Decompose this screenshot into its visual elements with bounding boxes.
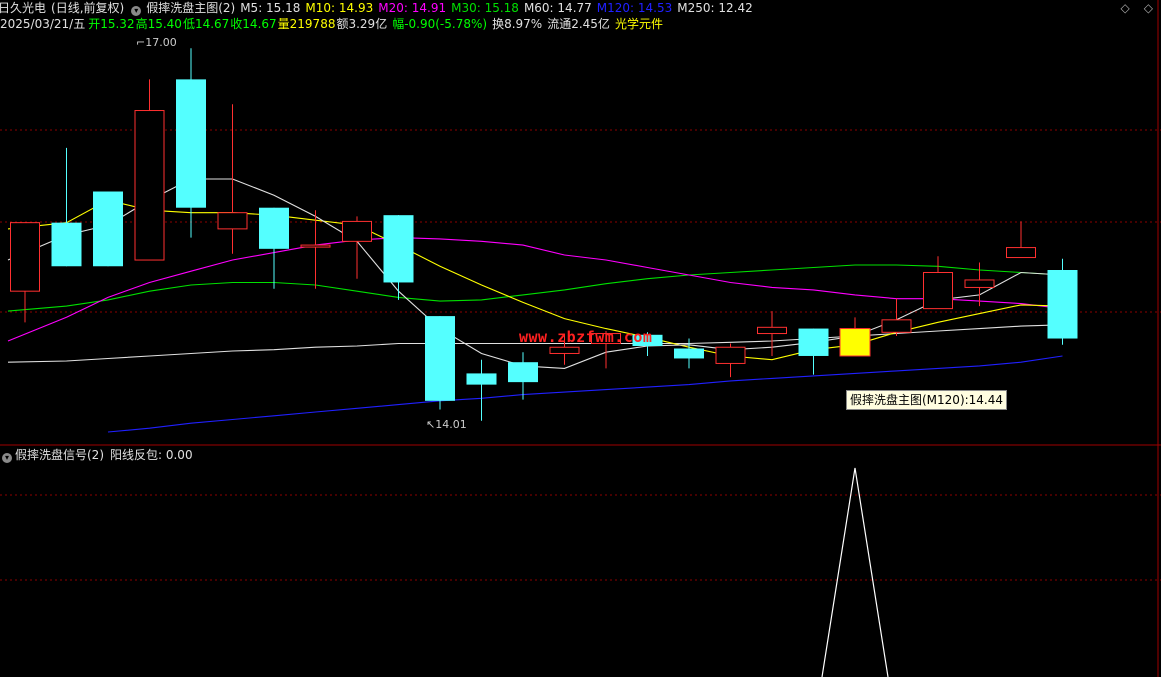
maximize-icon[interactable]: ◇ <box>1144 1 1153 15</box>
candle-body-down <box>259 207 289 249</box>
window-controls: ◇ ◇ <box>1107 1 1153 15</box>
minimize-icon[interactable]: ◇ <box>1121 1 1130 15</box>
candle-body-up <box>549 346 580 354</box>
candle-body-up <box>715 346 746 364</box>
ma-legend-item: M30: 15.18 <box>451 1 519 15</box>
date-label: 2025/03/21/五 <box>0 17 86 31</box>
ma30-line <box>7 264 1063 312</box>
header-row-2: 2025/03/21/五 开15.32高15.40低14.67收14.67量219… <box>0 16 668 32</box>
indicator-menu-icon[interactable]: ▾ <box>131 6 142 16</box>
low-price-value: 14.01 <box>435 418 467 431</box>
candle-body-down <box>466 373 497 385</box>
candle-body-down <box>425 316 455 401</box>
ma-legend-item: M120: 14.53 <box>596 1 673 15</box>
candle-body-down <box>674 348 704 359</box>
candle-body-up <box>342 220 372 242</box>
candle-body-up <box>217 212 248 230</box>
candle-body-down <box>383 215 414 283</box>
sub-indicator-name[interactable]: 假摔洗盘信号(2) <box>15 448 104 462</box>
change-label: 幅-0.90(-5.78%) <box>392 17 488 31</box>
candle-body-up <box>300 244 331 248</box>
ma-legend-item: M60: 14.77 <box>523 1 592 15</box>
candle-body-down <box>1047 270 1078 339</box>
candle-body-down <box>798 328 829 356</box>
candle-body-down <box>51 222 82 267</box>
header-row-1: 日久光电 (日线,前复权) ▾ 假摔洗盘主图(2) M5: 15.18 M10: 14.9… <box>0 0 763 16</box>
candle-body-up <box>923 271 953 310</box>
ma-legend-item: M5: 15.18 <box>240 1 301 15</box>
candle-body-up <box>757 326 787 335</box>
high-price-marker: ⌐17.00 <box>136 36 177 49</box>
sector-label[interactable]: 光学元件 <box>615 17 663 31</box>
open-label: 开15.32 <box>88 17 135 31</box>
ma-legend-item: M250: 12.42 <box>677 1 753 15</box>
amount-label: 额3.29亿 <box>336 17 388 31</box>
stock-name[interactable]: 日久光电 <box>0 1 46 15</box>
low-label: 低14.67 <box>182 17 230 31</box>
volume-label: 量219788 <box>277 17 336 31</box>
ma-legend-item: M10: 14.93 <box>305 1 374 15</box>
signal-spike-line <box>821 467 889 677</box>
ma-legend: M5: 15.18 M10: 14.93 M20: 14.91 M30: 15.18 M… <box>240 1 758 15</box>
sub-indicator-menu-icon[interactable]: ▾ <box>2 453 12 463</box>
candle-body-down <box>508 362 538 383</box>
indicator-tooltip: 假摔洗盘主图(M120):14.44 <box>846 390 1008 410</box>
watermark-text: www.zbzfwm.com <box>519 328 653 346</box>
candle-body-up <box>10 222 40 292</box>
candle-body-signal <box>839 328 871 357</box>
sub-indicator-value: 阳线反包: 0.00 <box>110 448 193 462</box>
candle-body-up <box>964 279 995 288</box>
high-label: 高15.40 <box>135 17 182 31</box>
ma-legend-item: M20: 14.91 <box>378 1 447 15</box>
period-label[interactable]: (日线,前复权) <box>51 1 124 15</box>
candle-body-down <box>93 191 123 267</box>
float-cap-label: 流通2.45亿 <box>547 17 610 31</box>
indicator-name[interactable]: 假摔洗盘主图(2) <box>146 1 235 15</box>
close-label: 收14.67 <box>230 17 277 31</box>
candle-body-up <box>1006 247 1036 259</box>
high-price-value: 17.00 <box>145 36 177 49</box>
candle-body-up <box>881 319 912 333</box>
stock-chart-window: 日久光电 (日线,前复权) ▾ 假摔洗盘主图(2) M5: 15.18 M10: 14.9… <box>0 0 1161 677</box>
turnover-label: 换8.97% <box>492 17 543 31</box>
candle-body-down <box>176 79 206 208</box>
sub-panel-header: ▾ 假摔洗盘信号(2) 阳线反包: 0.00 <box>0 447 193 463</box>
low-price-marker: ↖14.01 <box>426 418 467 431</box>
candle-body-up <box>134 110 165 261</box>
